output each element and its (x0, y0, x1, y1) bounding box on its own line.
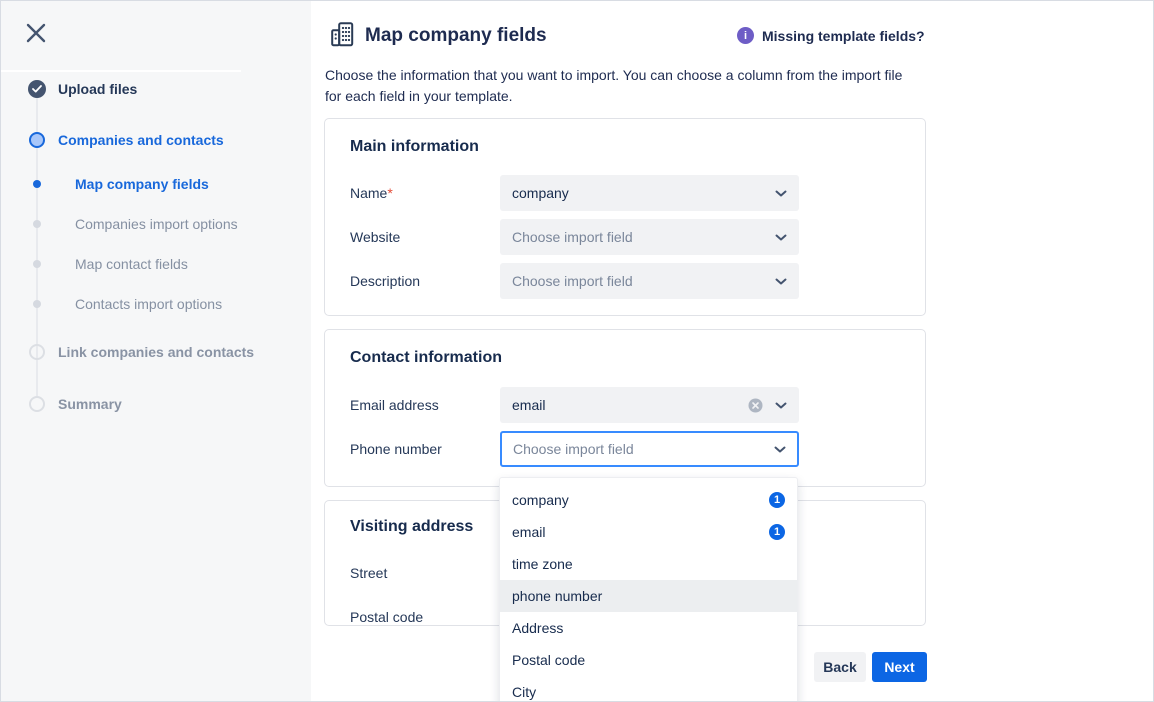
section-title: Visiting address (350, 518, 473, 536)
substep-dot (33, 260, 41, 268)
step-label: Upload files (58, 81, 137, 97)
chevron-down-icon (775, 234, 787, 241)
required-asterisk: * (387, 185, 392, 201)
page-description: Choose the information that you want to … (325, 65, 917, 107)
phone-number-select[interactable]: Choose import field (500, 431, 799, 467)
field-label-street: Street (350, 555, 387, 591)
selected-value: company (512, 185, 775, 201)
selected-value: email (512, 397, 748, 413)
substep-dot (33, 220, 41, 228)
field-label-name: Name* (350, 175, 393, 211)
dropdown-option-postal-code[interactable]: Postal code (500, 644, 797, 676)
step-label: Contacts import options (75, 296, 222, 312)
placeholder-text: Choose import field (513, 441, 774, 457)
website-select[interactable]: Choose import field (500, 219, 799, 255)
company-building-icon (331, 22, 354, 50)
chevron-down-icon (775, 278, 787, 285)
field-label-phone-number: Phone number (350, 431, 442, 467)
placeholder-text: Choose import field (512, 229, 775, 245)
close-icon[interactable] (25, 22, 47, 44)
section-title: Main information (350, 138, 479, 156)
clear-selection-icon[interactable] (748, 398, 763, 413)
dropdown-option-time-zone[interactable]: time zone (500, 548, 797, 580)
page-title: Map company fields (365, 25, 547, 47)
next-button[interactable]: Next (872, 652, 927, 682)
step-upcoming-icon (29, 344, 45, 360)
main-panel: Map company fields i Missing template fi… (311, 1, 1154, 701)
help-link-label: Missing template fields? (762, 28, 925, 44)
chevron-down-icon (775, 402, 787, 409)
wizard-steps-sidebar: Upload files Companies and contacts Map … (1, 1, 311, 701)
step-complete-icon (28, 80, 46, 98)
step-label: Companies and contacts (58, 132, 224, 148)
chevron-down-icon (774, 446, 786, 453)
dropdown-option-phone-number[interactable]: phone number (500, 580, 797, 612)
import-wizard-window: Upload files Companies and contacts Map … (0, 0, 1154, 702)
step-label: Map company fields (75, 176, 209, 192)
dropdown-option-company[interactable]: company 1 (500, 484, 797, 516)
field-label-postal-code: Postal code (350, 599, 423, 635)
substep-dot (33, 300, 41, 308)
section-title: Contact information (350, 349, 502, 367)
email-address-select[interactable]: email (500, 387, 799, 423)
missing-template-fields-link[interactable]: i Missing template fields? (737, 27, 925, 44)
dropdown-option-address[interactable]: Address (500, 612, 797, 644)
sidebar-divider (1, 70, 241, 72)
step-label: Companies import options (75, 216, 238, 232)
contact-information-card: Contact information Email address email … (324, 329, 926, 487)
chevron-down-icon (775, 190, 787, 197)
step-label: Map contact fields (75, 256, 188, 272)
step-label: Summary (58, 396, 122, 412)
substep-active-dot (33, 180, 41, 188)
main-information-card: Main information Name* company Website C… (324, 118, 926, 316)
usage-count-badge: 1 (769, 492, 785, 508)
placeholder-text: Choose import field (512, 273, 775, 289)
step-label: Link companies and contacts (58, 344, 254, 360)
field-label-description: Description (350, 263, 420, 299)
usage-count-badge: 1 (769, 524, 785, 540)
info-icon: i (737, 27, 754, 44)
dropdown-option-email[interactable]: email 1 (500, 516, 797, 548)
dropdown-option-city[interactable]: City (500, 676, 797, 702)
description-select[interactable]: Choose import field (500, 263, 799, 299)
step-upcoming-icon (29, 396, 45, 412)
import-field-dropdown-menu: company 1 email 1 time zone phone number… (499, 477, 798, 702)
field-label-website: Website (350, 219, 400, 255)
step-current-icon (29, 132, 45, 148)
field-label-email-address: Email address (350, 387, 439, 423)
name-select[interactable]: company (500, 175, 799, 211)
back-button[interactable]: Back (814, 652, 866, 682)
